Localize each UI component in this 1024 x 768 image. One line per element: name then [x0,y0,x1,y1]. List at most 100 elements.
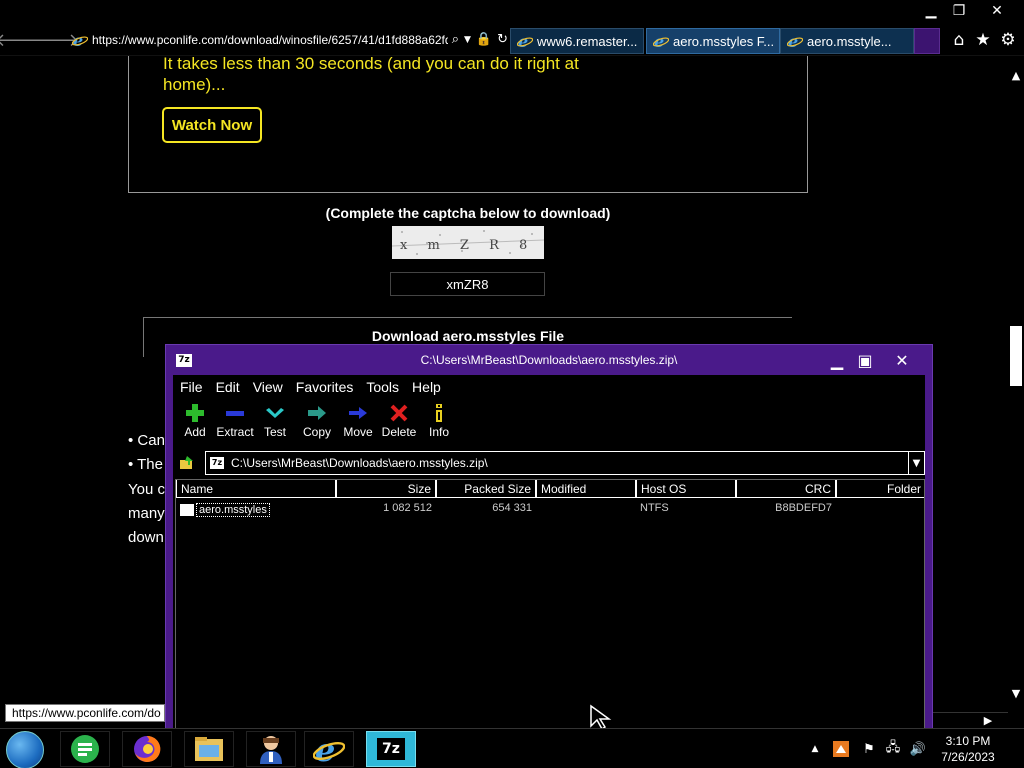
add-label: Add [184,425,206,439]
search-icon[interactable]: ⌕ [452,32,459,48]
list-header: Name Size Packed Size Modified Host OS C… [176,480,924,498]
menu-tools[interactable]: Tools [366,379,399,395]
scroll-right-icon[interactable]: ▶ [980,713,996,727]
back-arrow-icon[interactable]: 🡐 [0,30,43,51]
new-tab-button[interactable] [914,28,940,54]
horizontal-scrollbar[interactable]: ▶ [932,712,1008,728]
info-icon [436,404,442,422]
tray-app-icon[interactable] [832,739,850,759]
favorites-star-icon[interactable]: ★ [972,30,994,50]
captcha-image: x m Z R 8 [392,226,544,259]
download-title: Download aero.msstyles File [371,328,565,344]
plus-icon [186,404,204,422]
menu-edit[interactable]: Edit [216,379,240,395]
action-center-flag-icon[interactable]: ⚑ [860,739,878,759]
7zip-icon-label: 7z [377,738,405,760]
divider [144,317,792,318]
row-folder [836,502,924,518]
move-button[interactable]: Move [336,401,380,447]
column-crc[interactable]: CRC [736,480,836,498]
ie-tab-icon: e [787,33,803,49]
body-line: • The [128,456,163,473]
home-icon[interactable]: ⌂ [948,30,970,50]
path-row: 7z C:\Users\MrBeast\Downloads\aero.mssty… [173,451,925,475]
add-button[interactable]: Add [173,401,217,447]
restore-icon[interactable]: ❐ [944,2,974,20]
tab-label: aero.msstyle... [807,33,892,49]
copy-button[interactable]: Copy [295,401,339,447]
delete-button[interactable]: Delete [377,401,421,447]
delete-label: Delete [381,425,417,439]
lock-icon[interactable]: 🔒 [476,32,492,48]
7zip-titlebar[interactable]: 7z C:\Users\MrBeast\Downloads\aero.mssty… [166,345,932,375]
7zip-icon[interactable]: 7z [366,731,416,767]
refresh-icon[interactable]: ↻ [497,32,508,48]
column-packed-size[interactable]: Packed Size [436,480,536,498]
tab-aero-msstyles[interactable]: e aero.msstyle... [780,28,914,54]
maximize-icon[interactable]: ▣ [851,349,879,371]
test-button[interactable]: Test [253,401,297,447]
7zip-client-area: File Edit View Favorites Tools Help Add … [173,375,925,731]
captcha-heading: (Complete the captcha below to download) [325,205,611,221]
extract-button[interactable]: Extract [213,401,257,447]
move-arrow-icon [349,407,367,419]
close-icon[interactable]: ✕ [888,349,916,371]
file-list[interactable]: Name Size Packed Size Modified Host OS C… [175,479,925,731]
path-text: C:\Users\MrBeast\Downloads\aero.msstyles… [231,456,488,470]
scroll-down-icon[interactable]: ▼ [1008,686,1024,700]
tray-expand-icon[interactable]: ▲ [808,739,822,759]
path-combobox[interactable]: 7z C:\Users\MrBeast\Downloads\aero.mssty… [205,451,925,475]
row-name-cell: aero.msstyles [176,502,336,518]
network-icon[interactable]: 🖧 [884,739,902,759]
minimize-icon[interactable]: ▁ [916,2,946,20]
close-icon[interactable]: ✕ [982,2,1012,20]
watch-now-button[interactable]: Watch Now [162,107,262,143]
delete-x-icon [390,404,408,422]
column-size[interactable]: Size [336,480,436,498]
menu-help[interactable]: Help [412,379,441,395]
toolbar: Add Extract Test Copy Move Delete Info [173,401,925,447]
volume-icon[interactable]: 🔊 [908,739,928,759]
settings-gear-icon[interactable]: ⚙ [997,30,1019,50]
body-line: You c [128,481,165,498]
promo-text: It takes less than 30 seconds (and you c… [163,56,579,94]
clock[interactable]: 3:10 PM 7/26/2023 [932,733,1004,765]
file-explorer-icon[interactable] [184,731,234,767]
feedly-icon[interactable] [60,731,110,767]
move-label: Move [343,425,373,439]
minimize-icon[interactable]: ▁ [823,349,851,371]
firefox-icon[interactable] [122,731,172,767]
column-modified[interactable]: Modified [536,480,636,498]
table-row[interactable]: aero.msstyles 1 082 512 654 331 NTFS B8B… [176,502,924,518]
scroll-up-icon[interactable]: ▲ [1008,68,1024,82]
menu-file[interactable]: File [180,379,203,395]
vertical-scrollbar[interactable]: ▲ ▼ [1008,56,1024,728]
address-url[interactable]: https://www.pconlife.com/download/winosf… [92,33,448,47]
scrollbar-thumb[interactable] [1010,326,1022,386]
captcha-input[interactable]: xmZR8 [390,272,545,296]
clock-date: 7/26/2023 [941,750,995,764]
menu-favorites[interactable]: Favorites [296,379,354,395]
dropdown-icon[interactable]: ▼ [464,32,471,48]
tab-www6-remaster[interactable]: e www6.remaster... [510,28,644,54]
menu-view[interactable]: View [253,379,283,395]
file-icon [180,504,194,516]
start-button[interactable] [6,731,44,768]
clock-time: 3:10 PM [945,734,991,748]
info-label: Info [428,425,449,439]
promo-box: It takes less than 30 seconds (and you c… [128,56,808,193]
check-icon [266,408,284,418]
folder-up-icon[interactable] [179,455,195,471]
internet-explorer-icon[interactable]: e [304,731,354,767]
tab-aero-msstyles-file[interactable]: e aero.msstyles F... [646,28,780,54]
desktop: ▁ ❐ ✕ 🡐 🡒 e https://www.pconlife.com/dow… [0,0,1024,768]
info-button[interactable]: Info [417,401,461,447]
forward-arrow-icon[interactable]: 🡒 [31,30,79,51]
user-agent-icon[interactable] [246,731,296,767]
column-name[interactable]: Name [176,480,336,498]
address-bar[interactable]: e https://www.pconlife.com/download/wino… [72,28,508,52]
chevron-down-icon[interactable]: ▼ [908,452,924,474]
copy-label: Copy [302,425,331,439]
column-host-os[interactable]: Host OS [636,480,736,498]
column-folder[interactable]: Folder [836,480,924,498]
